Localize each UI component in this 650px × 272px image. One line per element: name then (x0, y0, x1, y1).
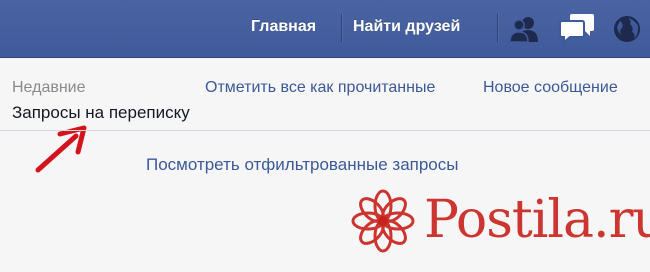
postila-logo-icon (351, 189, 415, 253)
panel-divider (0, 130, 650, 131)
messages-icon[interactable] (557, 8, 597, 48)
mark-all-read-link[interactable]: Отметить все как прочитанные (205, 78, 435, 98)
page: Главная Найти друзей Недавние Запросы на… (0, 0, 650, 272)
tab-recent[interactable]: Недавние (12, 78, 86, 98)
red-arrow-annotation (35, 125, 87, 173)
nav-separator (497, 14, 498, 42)
globe-icon[interactable] (612, 12, 642, 46)
view-filtered-requests-link[interactable]: Посмотреть отфильтрованные запросы (146, 154, 458, 176)
new-message-link[interactable]: Новое сообщение (483, 78, 618, 98)
watermark-text: Postila.ru (424, 190, 650, 250)
top-navigation-bar: Главная Найти друзей (0, 0, 650, 58)
nav-home-link[interactable]: Главная (251, 17, 316, 37)
nav-find-friends-link[interactable]: Найти друзей (353, 17, 460, 37)
friends-icon[interactable] (507, 12, 541, 46)
tab-message-requests[interactable]: Запросы на переписку (12, 102, 190, 124)
nav-separator (341, 14, 342, 42)
